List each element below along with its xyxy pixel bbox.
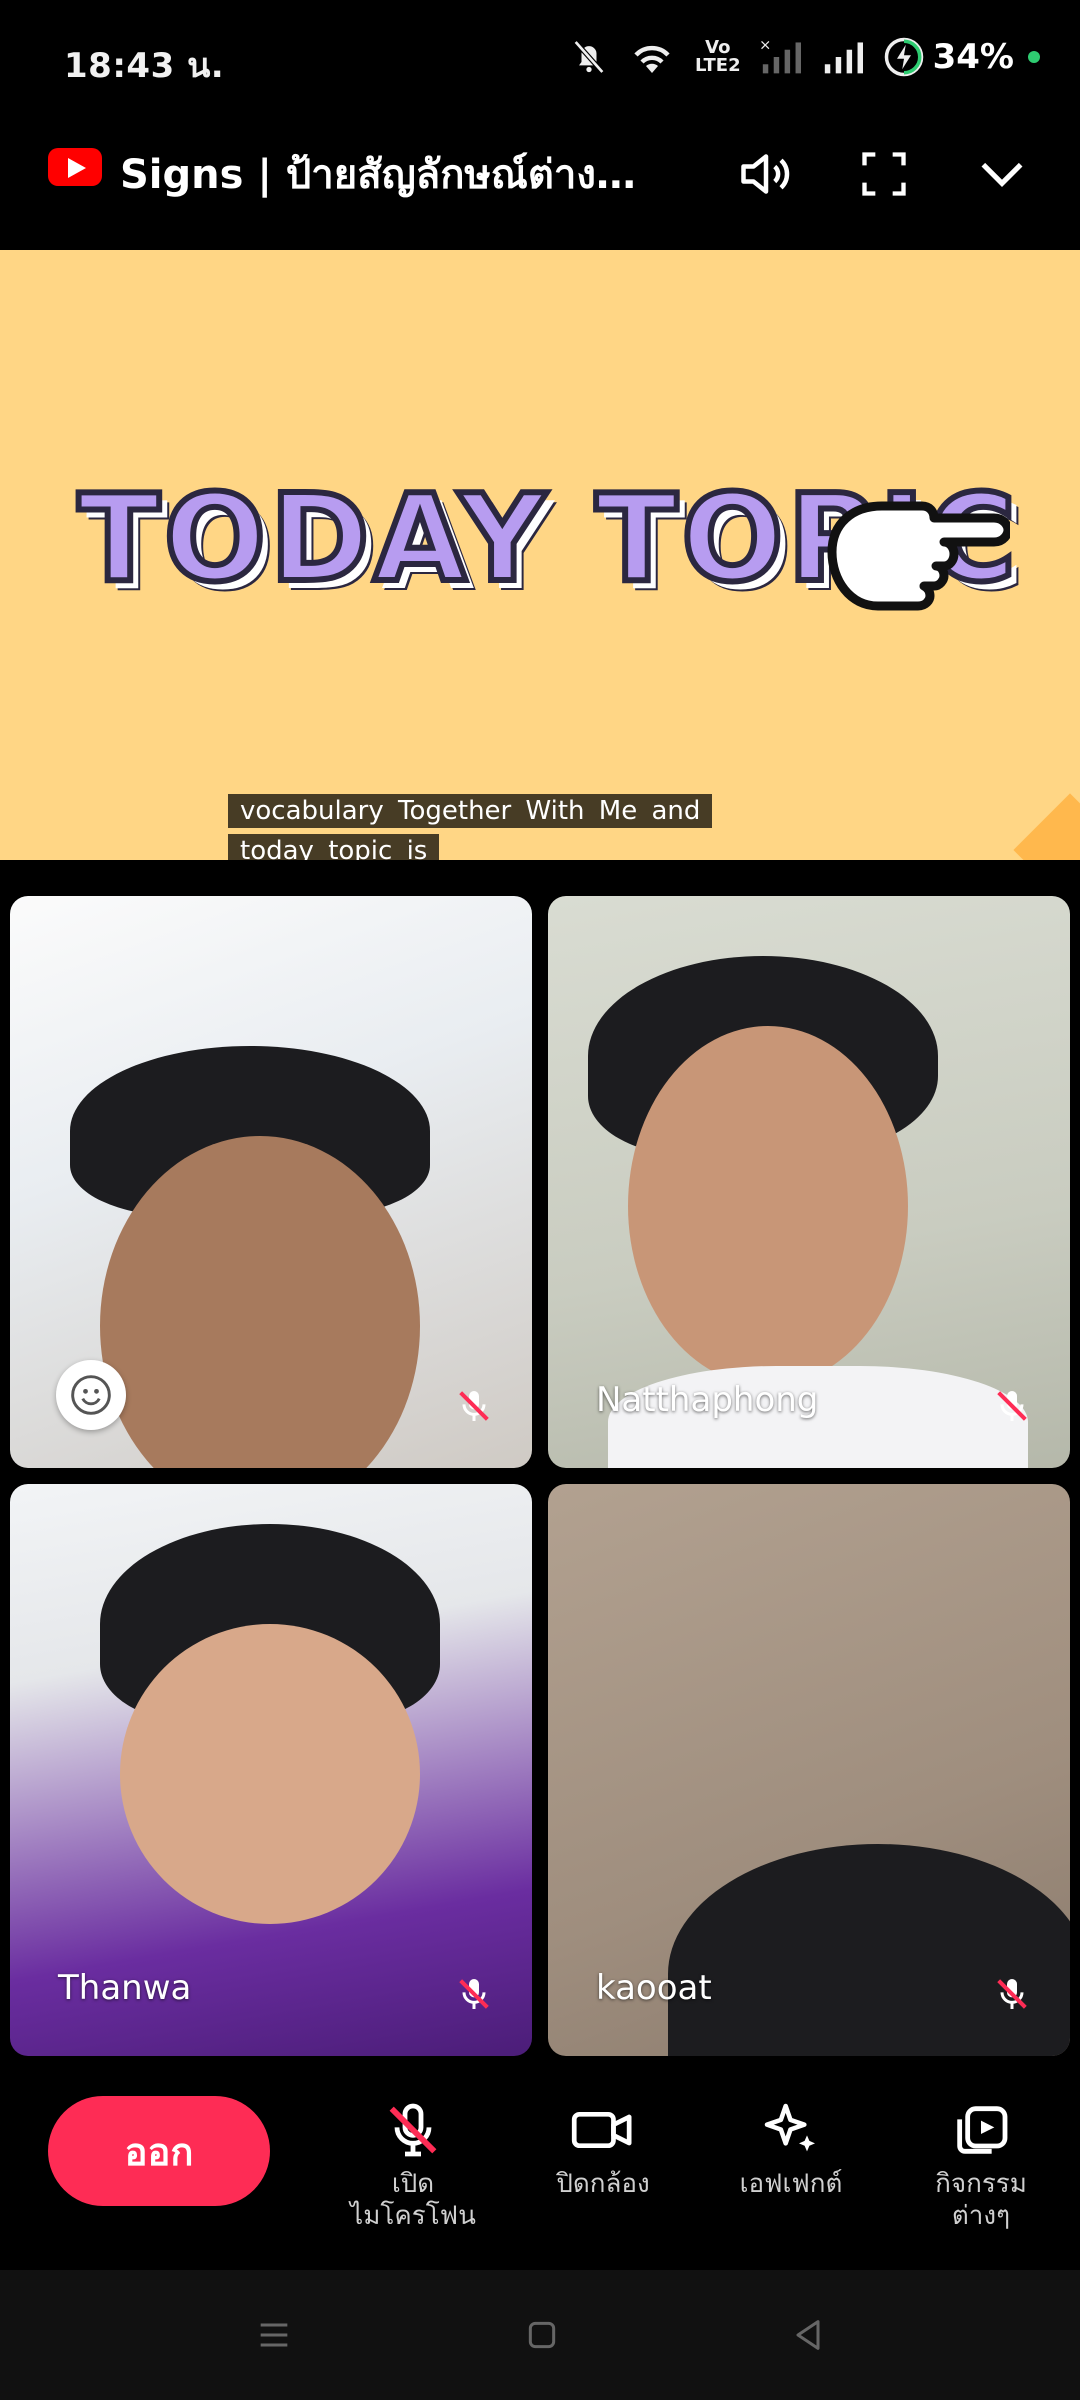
activities-label-line1: กิจกรรม [935,2169,1027,2199]
caption-line: vocabulary Together With Me and [228,794,713,828]
volte-indicator: Vo LTE2 [695,39,741,75]
status-bar: 18:43 น. Vo LTE2 × 34% [0,0,1080,120]
camera-label: ปิดกล้อง [556,2169,650,2199]
svg-text:×: × [759,38,771,54]
recents-button[interactable] [244,2310,304,2360]
fullscreen-icon [862,152,906,196]
speaker-icon [741,154,790,194]
mic-label-line2: ไมโครโฟน [350,2201,476,2231]
subtitle-caption: vocabulary Together With Me and today to… [228,794,713,860]
reaction-button[interactable] [56,1360,126,1430]
privacy-dot [1028,51,1040,63]
participant-name: kaooat [596,1968,712,2008]
battery-charging-icon [884,37,923,77]
participant-tile[interactable]: Thanwa [10,1484,532,2056]
participant-video [628,1026,908,1386]
wifi-icon [634,45,670,73]
video-title[interactable]: Signs | ป้ายสัญลักษณ์ต่าง... [120,142,640,206]
activities-button[interactable]: กิจกรรม ต่างๆ [896,2098,1066,2232]
mic-muted-icon [459,1979,489,2009]
bell-muted-icon [573,40,605,74]
participant-tile[interactable]: kaooat [548,1484,1070,2056]
activities-icon [957,2106,1008,2154]
system-nav-bar [0,2270,1080,2400]
back-triangle-icon [796,2320,820,2350]
participant-grid: Natthaphong Thanwa kaooat [0,860,1080,2060]
menu-lines-icon [260,2323,288,2347]
participant-name: Natthaphong [596,1380,819,1420]
collapse-button[interactable] [966,138,1038,210]
shared-video[interactable]: TODAY TOPIC vocabulary Together With Me … [0,250,1080,860]
pointing-hand-icon [827,501,1010,611]
lte-label: LTE2 [695,55,741,76]
home-button[interactable] [512,2310,572,2360]
video-header: Signs | ป้ายสัญลักษณ์ต่าง... [0,120,1080,250]
signal-none-icon: × [759,38,801,74]
youtube-logo-icon [48,148,102,186]
mic-toggle-button[interactable]: เปิด ไมโครโฟน [328,2098,498,2232]
home-square-icon [528,2321,556,2349]
volume-button[interactable] [730,138,802,210]
call-controls: ออก เปิด ไมโครโฟน ปิดกล้อง เอฟเฟกต์ กิจก… [0,2060,1080,2270]
smiley-icon [71,1375,111,1415]
effects-button[interactable]: เอฟเฟกต์ [706,2098,876,2200]
effects-label: เอฟเฟกต์ [739,2169,843,2199]
mic-label-line1: เปิด [391,2169,435,2199]
status-time: 18:43 น. [64,46,225,86]
chevron-down-icon [981,162,1023,187]
caption-line: today topic is [228,834,440,860]
participant-video [668,1844,1070,2056]
battery-indicator: 34% [883,36,1040,78]
battery-percent: 34% [932,37,1014,77]
status-icons: Vo LTE2 × 34% [569,36,1040,78]
mic-muted-icon [997,1391,1027,1421]
mic-muted-icon [459,1391,489,1421]
camera-toggle-button[interactable]: ปิดกล้อง [518,2098,688,2200]
signal-icon [824,42,863,74]
activities-label-line2: ต่างๆ [951,2201,1011,2231]
sparkle-icon [764,2103,815,2152]
back-button[interactable] [778,2310,838,2360]
decorative-corner [1013,793,1080,860]
leave-button[interactable]: ออก [48,2096,270,2206]
participant-tile[interactable] [10,896,532,1468]
participant-video [120,1624,420,1924]
fullscreen-button[interactable] [848,138,920,210]
mic-off-icon [389,2103,437,2157]
camera-icon [571,2111,632,2149]
mic-muted-icon [997,1979,1027,2009]
participant-tile[interactable]: Natthaphong [548,896,1070,1468]
participant-name: Thanwa [58,1968,192,2008]
